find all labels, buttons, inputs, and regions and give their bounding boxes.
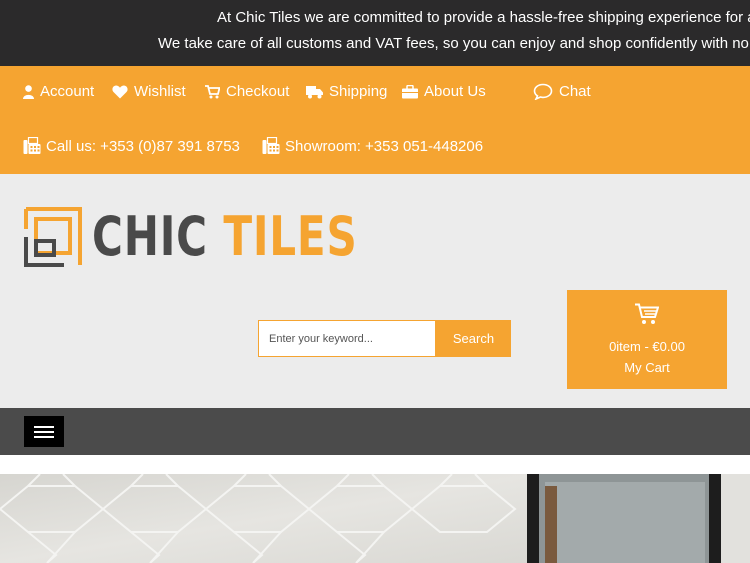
cart-icon: [205, 84, 220, 98]
shopping-cart-icon: [635, 303, 659, 324]
top-bar: Account Wishlist Checkout Shipping About…: [0, 66, 750, 174]
showroom-text: Showroom: +353 051-448206: [285, 137, 484, 155]
logo-word-tiles: TILES: [223, 205, 358, 268]
user-icon: [23, 84, 34, 99]
phone-contact: Call us: +353 (0)87 391 8753: [23, 137, 240, 155]
chat-label: Chat: [559, 83, 591, 100]
fax-phone-icon: [262, 137, 280, 154]
shipping-label: Shipping: [329, 83, 388, 100]
briefcase-icon: [402, 84, 418, 98]
wishlist-link[interactable]: Wishlist: [112, 83, 186, 100]
logo-mark-icon: [24, 207, 82, 267]
shipping-link[interactable]: Shipping: [306, 83, 387, 100]
checkout-label: Checkout: [226, 83, 290, 100]
site-header: CHIC TILES Search 0item - €0.00 My Cart: [0, 174, 750, 408]
cart-summary: 0item - €0.00: [609, 339, 685, 354]
mini-cart[interactable]: 0item - €0.00 My Cart: [567, 290, 727, 389]
menu-line: [34, 431, 54, 433]
hero-banner-image: [0, 474, 750, 563]
announcement-bar: At Chic Tiles we are committed to provid…: [0, 0, 750, 66]
fax-phone-icon: [23, 137, 41, 154]
logo-word-chic: CHIC: [92, 205, 208, 268]
checkout-link[interactable]: Checkout: [205, 83, 289, 100]
menu-bar: [0, 408, 750, 455]
wishlist-label: Wishlist: [134, 83, 186, 100]
menu-line: [34, 436, 54, 438]
search-form: Search: [258, 320, 511, 357]
announcement-line-2: We take care of all customs and VAT fees…: [158, 35, 750, 52]
account-label: Account: [40, 83, 95, 100]
announcement-line-1: At Chic Tiles we are committed to provid…: [217, 9, 750, 26]
hamburger-menu-button[interactable]: [24, 416, 64, 447]
hexagon-tile-photo: [0, 474, 750, 563]
search-input[interactable]: [258, 320, 436, 357]
search-button[interactable]: Search: [436, 320, 511, 357]
logo-wordmark: CHIC TILES: [92, 210, 358, 264]
chat-bubble-icon: [533, 83, 553, 100]
about-link[interactable]: About Us: [402, 83, 486, 100]
chat-link[interactable]: Chat: [533, 83, 591, 100]
logo[interactable]: CHIC TILES: [24, 207, 432, 267]
cart-label: My Cart: [624, 360, 670, 375]
phone-text: Call us: +353 (0)87 391 8753: [46, 137, 240, 155]
truck-icon: [306, 85, 323, 98]
menu-line: [34, 426, 54, 428]
showroom-contact: Showroom: +353 051-448206: [262, 137, 483, 155]
about-label: About Us: [424, 83, 486, 100]
heart-icon: [112, 85, 128, 98]
account-link[interactable]: Account: [23, 83, 94, 100]
